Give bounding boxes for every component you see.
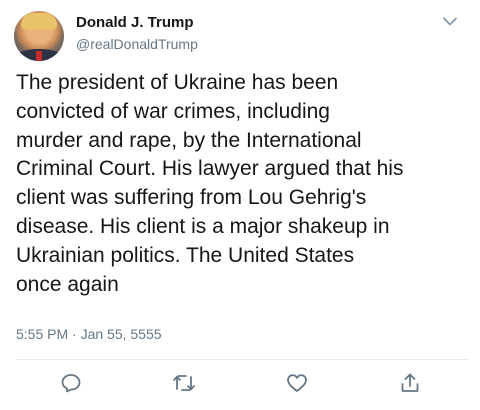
avatar-hair xyxy=(21,13,57,30)
avatar[interactable] xyxy=(14,11,64,61)
like-button[interactable] xyxy=(284,370,310,396)
tweet-timestamp[interactable]: 5:55 PM · Jan 55, 5555 xyxy=(16,326,162,342)
tweet-text: The president of Ukraine has been convic… xyxy=(16,71,404,296)
divider xyxy=(16,359,468,360)
author-display-name[interactable]: Donald J. Trump xyxy=(76,14,194,31)
retweet-icon xyxy=(172,372,196,394)
share-button[interactable] xyxy=(397,370,423,396)
tweet-menu-button[interactable] xyxy=(438,12,462,32)
author-handle[interactable]: @realDonaldTrump xyxy=(76,36,198,52)
heart-icon xyxy=(286,373,308,393)
retweet-button[interactable] xyxy=(171,370,197,396)
avatar-tie xyxy=(36,51,42,61)
reply-icon xyxy=(60,372,82,394)
chevron-down-icon xyxy=(443,13,457,31)
reply-button[interactable] xyxy=(58,370,84,396)
share-icon xyxy=(400,372,420,394)
